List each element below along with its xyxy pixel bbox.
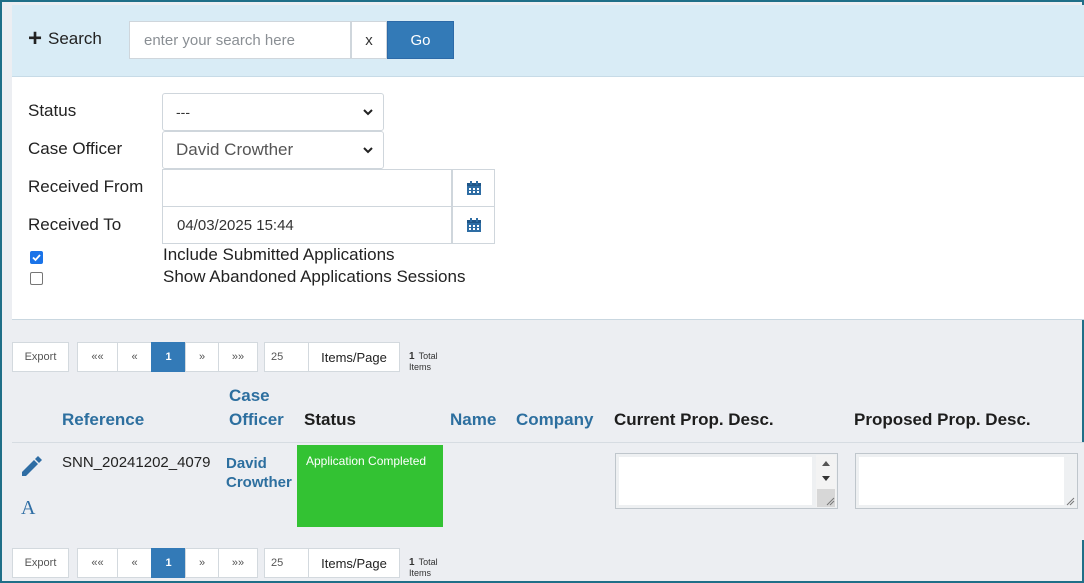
row-case-officer-first: David [226, 455, 267, 472]
received-to-label: Received To [28, 215, 122, 234]
col-header-reference[interactable]: Reference [62, 408, 144, 432]
next-page-button[interactable]: » [185, 548, 219, 578]
search-bar: + Search x Go [12, 5, 1084, 77]
current-desc-textarea[interactable] [615, 453, 838, 509]
app-frame: + Search x Go Status --- Case Officer Da… [0, 0, 1084, 583]
go-button[interactable]: Go [387, 21, 454, 59]
include-submitted-label: Include Submitted Applications [163, 245, 395, 264]
col-header-status: Status [304, 410, 356, 429]
col-header-name[interactable]: Name [450, 408, 496, 432]
calendar-icon [466, 181, 481, 195]
prev-page-button[interactable]: « [117, 548, 152, 578]
pencil-icon[interactable] [18, 452, 46, 480]
first-page-button[interactable]: «« [77, 548, 118, 578]
case-officer-select-value: David Crowther [176, 140, 294, 159]
chevron-down-icon [363, 147, 373, 154]
received-to-input[interactable]: 04/03/2025 15:44 [162, 206, 452, 244]
case-officer-label: Case Officer [28, 139, 123, 158]
proposed-desc-content [859, 457, 1064, 505]
resize-grip-icon[interactable] [825, 496, 835, 506]
received-from-label: Received From [28, 177, 144, 196]
items-per-page-button[interactable]: Items/Page [308, 342, 400, 372]
total-items-label: 1 Total Items [409, 557, 438, 578]
total-items-count: 1 [409, 557, 415, 568]
row-case-officer-last: Crowther [226, 474, 292, 491]
received-from-calendar-button[interactable] [452, 169, 495, 207]
first-page-button[interactable]: «« [77, 342, 118, 372]
total-items-label: 1 Total Items [409, 351, 438, 372]
col-header-current-desc: Current Prop. Desc. [614, 410, 774, 429]
search-toggle-button[interactable]: + Search [28, 27, 102, 51]
checkmark-icon [32, 254, 41, 262]
col-header-case-officer-line1[interactable]: Case [229, 384, 270, 408]
items-per-page-button[interactable]: Items/Page [308, 548, 400, 578]
next-page-button[interactable]: » [185, 342, 219, 372]
status-badge: Application Completed [297, 445, 443, 527]
search-input[interactable] [129, 21, 351, 59]
page-size-input[interactable]: 25 [264, 548, 309, 578]
search-toggle-label: Search [48, 29, 102, 48]
page-size-input[interactable]: 25 [264, 342, 309, 372]
col-header-company[interactable]: Company [516, 408, 593, 432]
calendar-icon [466, 218, 481, 232]
proposed-desc-textarea[interactable] [855, 453, 1078, 509]
total-items-count: 1 [409, 351, 415, 362]
plus-icon: + [28, 25, 43, 52]
clear-search-button[interactable]: x [351, 21, 387, 59]
show-abandoned-label: Show Abandoned Applications Sessions [163, 267, 466, 286]
show-abandoned-checkbox[interactable] [30, 272, 43, 285]
include-submitted-checkbox[interactable] [30, 251, 43, 264]
case-officer-select[interactable]: David Crowther [162, 131, 384, 169]
status-select-value: --- [176, 104, 190, 120]
page-1-button[interactable]: 1 [151, 342, 186, 372]
received-to-calendar-button[interactable] [452, 206, 495, 244]
chevron-down-icon [363, 109, 373, 116]
last-page-button[interactable]: »» [218, 342, 258, 372]
received-from-input[interactable] [162, 169, 452, 207]
prev-page-button[interactable]: « [117, 342, 152, 372]
export-button[interactable]: Export [12, 342, 69, 372]
col-header-proposed-desc: Proposed Prop. Desc. [854, 410, 1031, 429]
col-header-case-officer-line2[interactable]: Officer [229, 408, 284, 432]
export-button[interactable]: Export [12, 548, 69, 578]
row-reference: SNN_20241202_4079 [62, 454, 211, 471]
filter-panel: Status --- Case Officer David Crowther R… [12, 77, 1084, 320]
page-1-button[interactable]: 1 [151, 548, 186, 578]
current-desc-content [619, 457, 812, 505]
svg-text:A: A [21, 497, 36, 518]
row-case-officer-link[interactable]: David Crowther [226, 454, 292, 492]
last-page-button[interactable]: »» [218, 548, 258, 578]
status-filter-label: Status [28, 101, 77, 120]
resize-grip-icon[interactable] [1065, 496, 1075, 506]
status-select[interactable]: --- [162, 93, 384, 131]
font-icon[interactable]: A [19, 496, 39, 518]
